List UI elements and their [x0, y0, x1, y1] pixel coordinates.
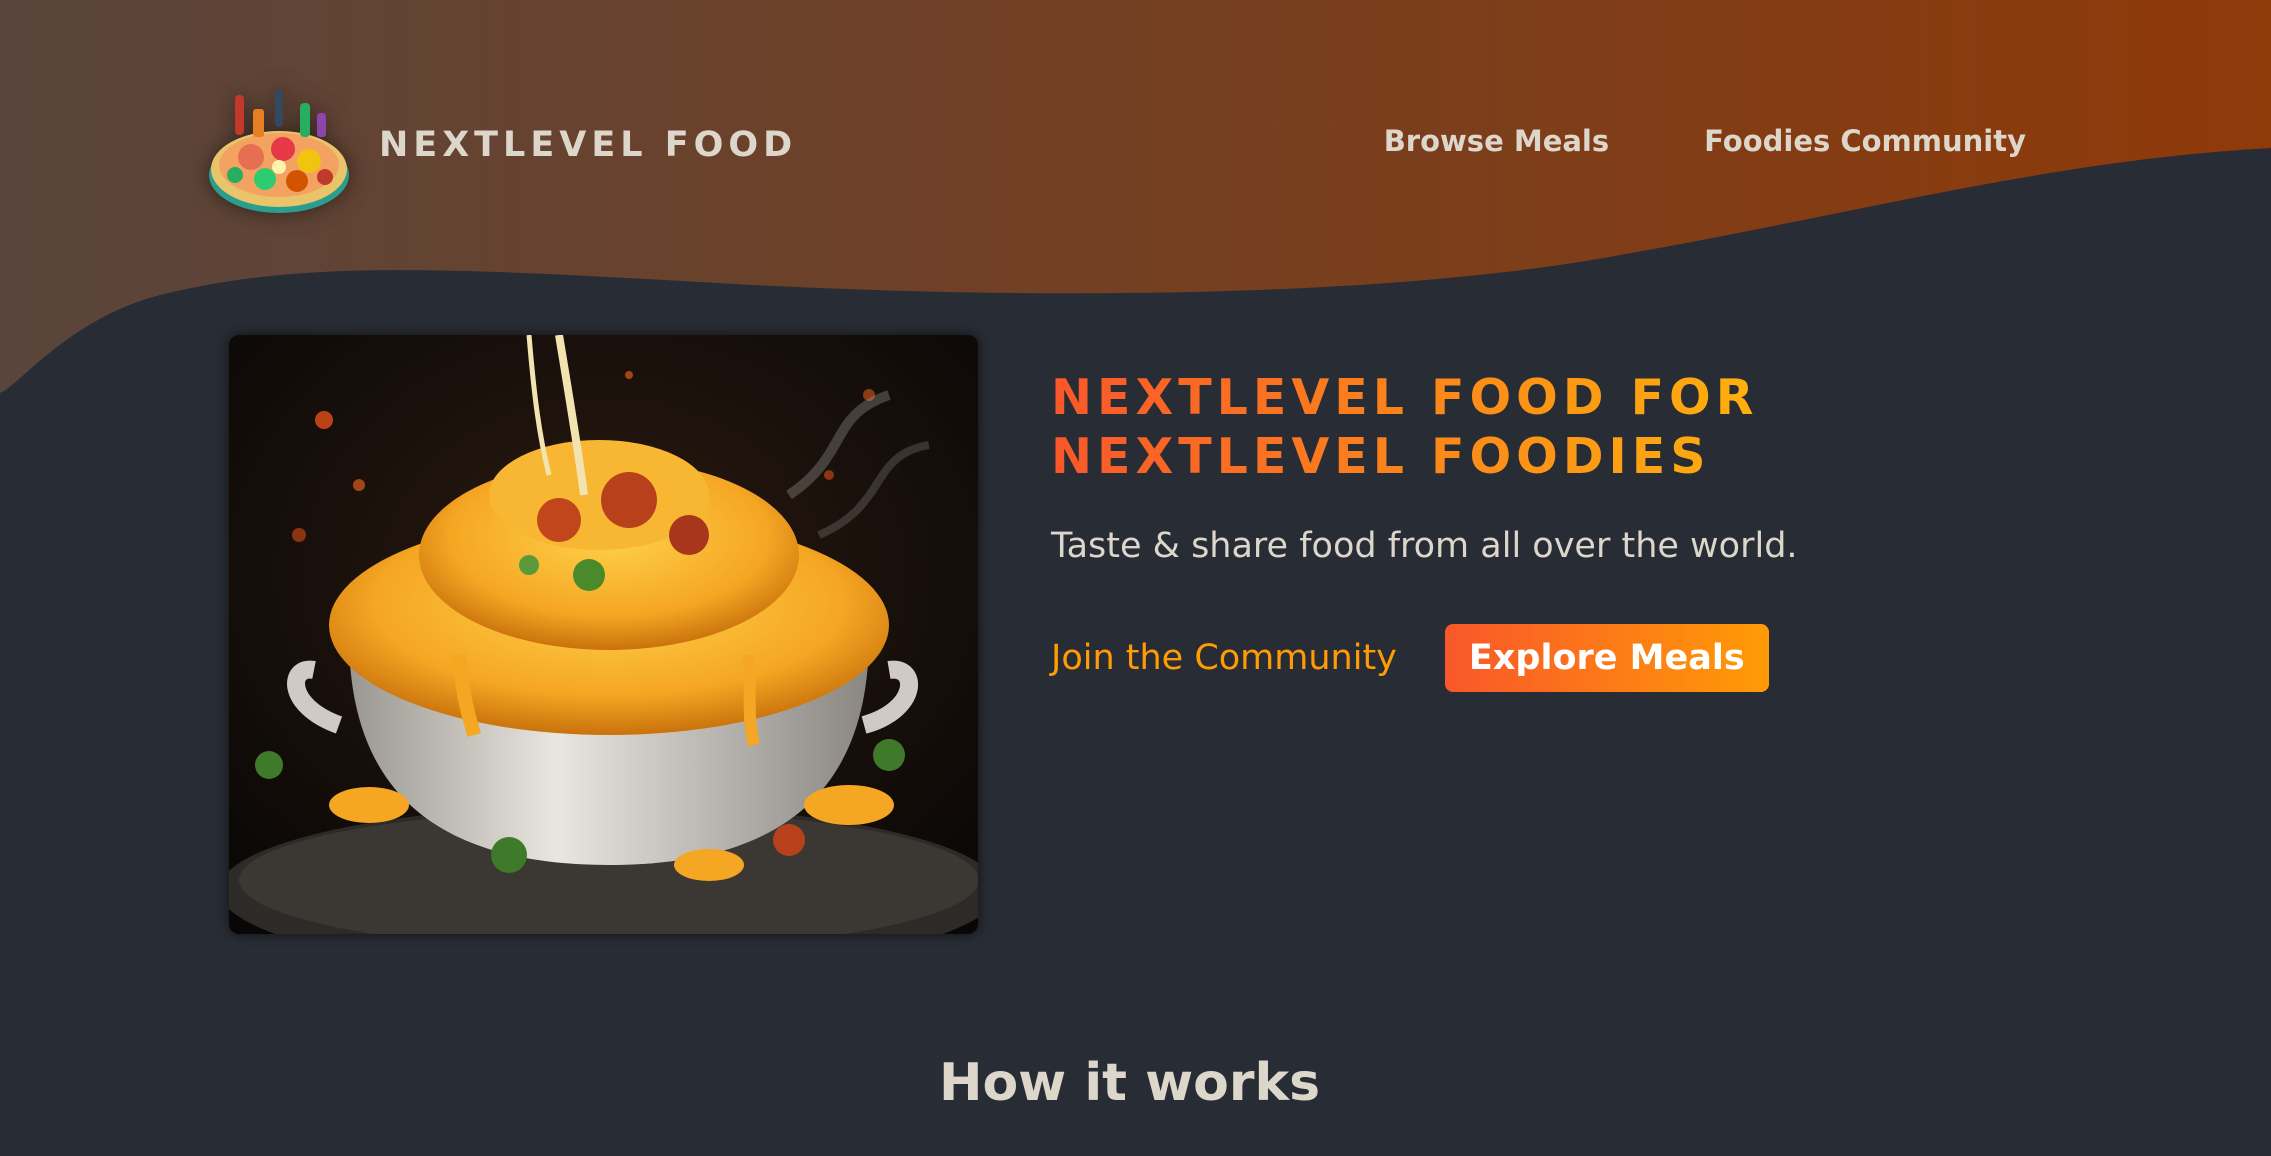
- hero-image: [229, 335, 978, 934]
- explore-meals-button[interactable]: Explore Meals: [1444, 624, 1769, 692]
- food-platter-icon: [209, 89, 349, 213]
- brand-name: NEXTLEVEL FOOD: [379, 125, 798, 165]
- home-logo-link[interactable]: NEXTLEVEL FOOD: [205, 75, 797, 215]
- hero-text: NEXTLEVEL FOOD FOR NEXTLEVEL FOODIES Tas…: [1051, 368, 1951, 692]
- nav-foodies-community[interactable]: Foodies Community: [1704, 124, 2026, 158]
- hero-title: NEXTLEVEL FOOD FOR NEXTLEVEL FOODIES: [1051, 368, 1951, 486]
- hero-title-line-1: NEXTLEVEL FOOD FOR: [1051, 369, 1759, 426]
- nav-browse-meals[interactable]: Browse Meals: [1384, 124, 1609, 158]
- main-nav: Browse Meals Foodies Community: [1384, 124, 2026, 158]
- main-header: NEXTLEVEL FOOD Browse Meals Foodies Comm…: [0, 0, 2271, 290]
- how-it-works-heading: How it works: [938, 1053, 1321, 1113]
- hero-subtitle: Taste & share food from all over the wor…: [1051, 526, 1798, 566]
- hero-cta: Join the Community Explore Meals: [1051, 624, 1951, 692]
- join-community-link[interactable]: Join the Community: [1051, 638, 1397, 678]
- hero-title-line-2: NEXTLEVEL FOODIES: [1051, 428, 1711, 485]
- mac-and-cheese-photo: [229, 335, 978, 934]
